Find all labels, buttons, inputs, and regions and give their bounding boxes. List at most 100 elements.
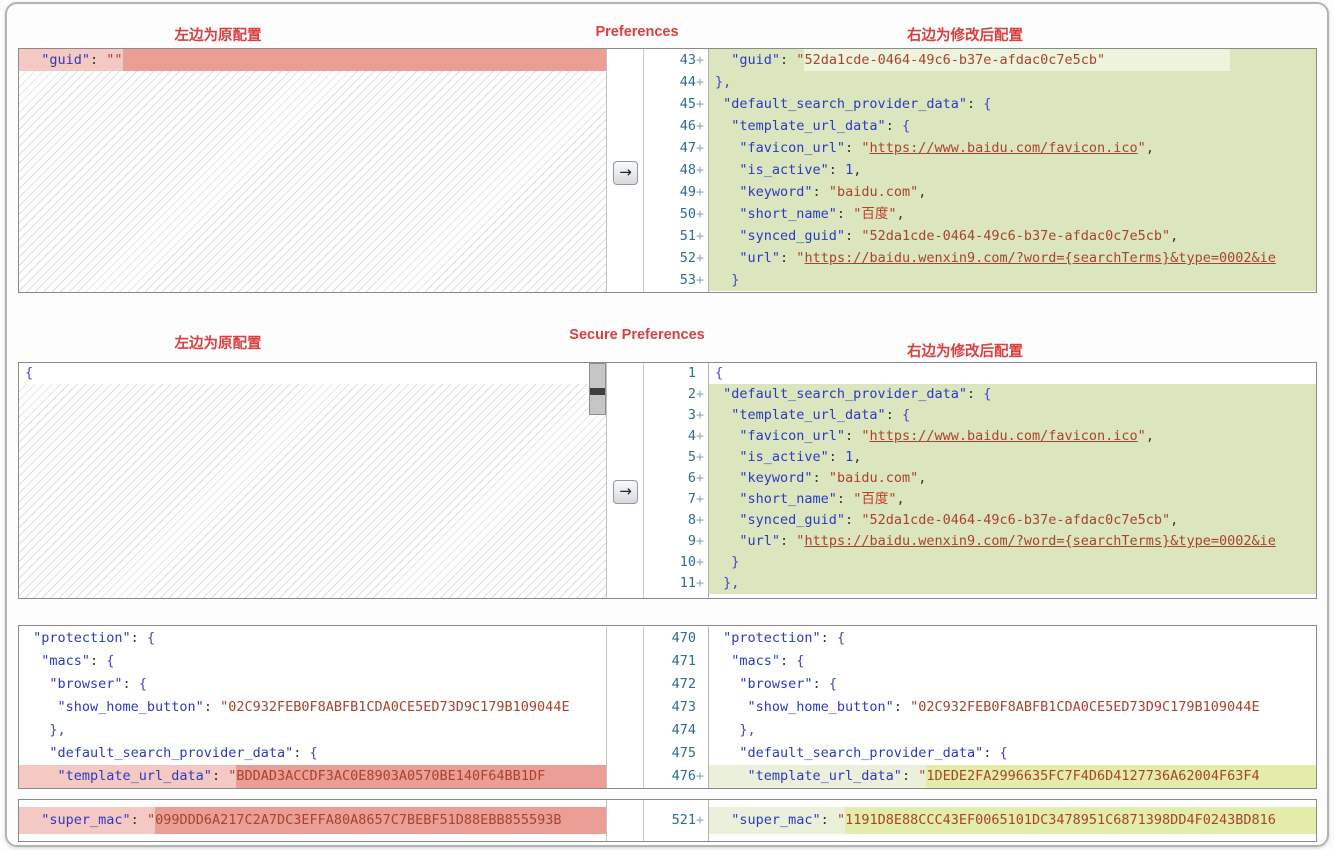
code-line: "macs": { [19, 650, 606, 673]
left-pane-caption: 左边为原配置 [175, 332, 262, 353]
original-config-pane[interactable]: { [19, 363, 607, 598]
code-line: "protection": { [709, 627, 1316, 650]
code-line: "browser": { [709, 673, 1316, 696]
code-line: "template_url_data": "1DEDE2FA2996635FC7… [709, 765, 1316, 788]
modified-config-pane[interactable]: "guid": "52da1cde-0464-49c6-b37e-afdac0c… [709, 49, 1316, 292]
merge-gutter [607, 627, 644, 788]
line-number: 471 [644, 650, 708, 673]
merge-right-arrow-icon[interactable]: → [613, 161, 638, 185]
line-number: 521+ [644, 807, 708, 834]
code-line: "protection": { [19, 627, 606, 650]
diff-box: "super_mac": "099DDD6A217C2A7DC3EFFA80A8… [18, 799, 1317, 842]
diff-section-protection-macs: "protection": { "macs": { "browser": { "… [18, 625, 1317, 789]
line-number: 10+ [644, 552, 708, 573]
line-number: 475 [644, 742, 708, 765]
code-line: "url": "https://baidu.wenxin9.com/?word=… [709, 531, 1316, 552]
code-line: "super_mac": "1191D8E88CCC43EF0065101DC3… [709, 807, 1316, 834]
code-line: "show_home_button": "02C932FEB0F8ABFB1CD… [19, 696, 606, 719]
line-number: 51+ [644, 225, 708, 247]
modified-config-pane[interactable]: "super_mac": "1191D8E88CCC43EF0065101DC3… [709, 800, 1316, 841]
code-line: "template_url_data": { [709, 115, 1316, 137]
diff-section-preferences: 左边为原配置 Preferences 右边为修改后配置 "guid": "" →… [18, 16, 1317, 293]
line-number: 43+ [644, 49, 708, 71]
code-line: "guid": "" [19, 49, 606, 71]
merge-right-arrow-icon[interactable]: → [613, 480, 638, 504]
modified-config-pane[interactable]: { "default_search_provider_data": { "tem… [709, 363, 1316, 598]
file-title-preferences: Preferences [595, 24, 678, 40]
line-number-column: 470471472473474475476+ [644, 627, 709, 788]
code-line: }, [709, 71, 1316, 93]
line-number: 1 [644, 363, 708, 384]
line-number: 472 [644, 673, 708, 696]
line-number-column: 521+ [644, 800, 709, 841]
line-number: 53+ [644, 269, 708, 291]
line-number: 5+ [644, 447, 708, 468]
code-line: "keyword": "baidu.com", [709, 468, 1316, 489]
code-line: }, [19, 719, 606, 742]
line-number: 48+ [644, 159, 708, 181]
code-line: "default_search_provider_data": { [19, 742, 606, 765]
diff-box: { → 12+3+4+5+6+7+8+9+10+11+ { "default_s… [18, 362, 1317, 599]
merge-gutter [607, 800, 644, 841]
line-number: 3+ [644, 405, 708, 426]
merge-gutter: → [607, 363, 644, 598]
code-line: "url": "https://baidu.wenxin9.com/?word=… [709, 247, 1316, 269]
code-line: "show_home_button": "02C932FEB0F8ABFB1CD… [709, 696, 1316, 719]
line-number: 49+ [644, 181, 708, 203]
line-number: 47+ [644, 137, 708, 159]
merge-gutter: → [607, 49, 644, 292]
empty-region-hatch [19, 384, 606, 598]
line-number: 44+ [644, 71, 708, 93]
code-line: }, [709, 719, 1316, 742]
line-number: 45+ [644, 93, 708, 115]
code-line: "is_active": 1, [709, 447, 1316, 468]
original-config-pane[interactable]: "guid": "" [19, 49, 607, 292]
line-number: 6+ [644, 468, 708, 489]
code-line: "synced_guid": "52da1cde-0464-49c6-b37e-… [709, 225, 1316, 247]
file-title-secure-preferences: Secure Preferences [569, 327, 704, 343]
code-line: { [709, 363, 1316, 384]
section-header: 左边为原配置 Preferences 右边为修改后配置 [18, 16, 1317, 48]
line-number: 11+ [644, 573, 708, 594]
code-line: }, [709, 573, 1316, 594]
code-line: "synced_guid": "52da1cde-0464-49c6-b37e-… [709, 510, 1316, 531]
line-number-column: 43+44+45+46+47+48+49+50+51+52+53+ [644, 49, 709, 292]
modified-config-pane[interactable]: "protection": { "macs": { "browser": { "… [709, 627, 1316, 788]
vertical-scrollbar-thumb[interactable] [589, 363, 606, 415]
line-number: 474 [644, 719, 708, 742]
line-number: 50+ [644, 203, 708, 225]
diff-box: "guid": "" → 43+44+45+46+47+48+49+50+51+… [18, 48, 1317, 293]
empty-region-hatch [19, 71, 606, 292]
scrollbar-grip [590, 388, 605, 395]
line-number: 2+ [644, 384, 708, 405]
code-line: "default_search_provider_data": { [709, 384, 1316, 405]
diff-box: "protection": { "macs": { "browser": { "… [18, 625, 1317, 789]
diff-section-super-mac: "super_mac": "099DDD6A217C2A7DC3EFFA80A8… [18, 799, 1317, 842]
left-pane-caption: 左边为原配置 [175, 24, 262, 45]
section-header: 左边为原配置 Secure Preferences 右边为修改后配置 [18, 320, 1317, 362]
line-number: 476+ [644, 765, 708, 788]
right-pane-caption: 右边为修改后配置 [907, 24, 1023, 45]
original-config-pane[interactable]: "super_mac": "099DDD6A217C2A7DC3EFFA80A8… [19, 800, 607, 841]
code-line: "template_url_data": { [709, 405, 1316, 426]
line-number: 8+ [644, 510, 708, 531]
code-line: "short_name": "百度", [709, 489, 1316, 510]
line-number: 9+ [644, 531, 708, 552]
code-line: } [709, 552, 1316, 573]
original-config-pane[interactable]: "protection": { "macs": { "browser": { "… [19, 627, 607, 788]
line-number-column: 12+3+4+5+6+7+8+9+10+11+ [644, 363, 709, 598]
code-line: "super_mac": "099DDD6A217C2A7DC3EFFA80A8… [19, 807, 606, 834]
line-number: 7+ [644, 489, 708, 510]
code-line: "is_active": 1, [709, 159, 1316, 181]
line-number: 46+ [644, 115, 708, 137]
line-number: 470 [644, 627, 708, 650]
code-line: } [709, 269, 1316, 291]
right-pane-caption: 右边为修改后配置 [907, 340, 1023, 361]
code-line: "favicon_url": "https://www.baidu.com/fa… [709, 426, 1316, 447]
code-line: "favicon_url": "https://www.baidu.com/fa… [709, 137, 1316, 159]
code-line: { [19, 363, 606, 384]
code-line: "macs": { [709, 650, 1316, 673]
line-number: 52+ [644, 247, 708, 269]
code-line: "keyword": "baidu.com", [709, 181, 1316, 203]
code-line: "default_search_provider_data": { [709, 742, 1316, 765]
